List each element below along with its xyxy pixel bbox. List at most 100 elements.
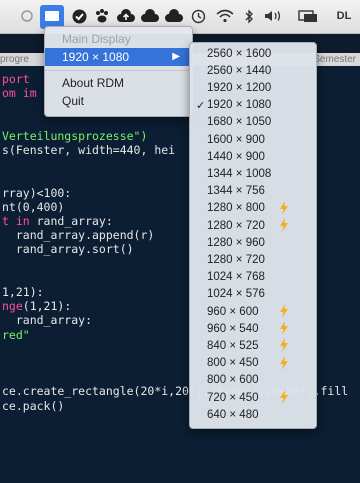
resolution-option[interactable]: 1920 × 1200 [190,79,316,96]
resolution-option[interactable]: ✓ 1920 × 1080 [190,97,316,114]
resolution-option[interactable]: 1280 × 960 [190,234,316,251]
resolution-option[interactable]: 1024 × 576 [190,286,316,303]
resolution-label: 800 × 450 [207,357,259,370]
resolution-label: 640 × 480 [207,408,259,421]
resolution-option[interactable]: 1344 × 756 [190,183,316,200]
resolution-option[interactable]: 1024 × 768 [190,269,316,286]
resolution-label: 1344 × 756 [207,185,265,198]
code-token: port [2,72,30,86]
resolution-label: 1440 × 900 [207,150,265,163]
cloud-icon[interactable] [165,6,183,26]
resolution-label: 800 × 600 [207,374,259,387]
cloud-upload-icon[interactable] [117,6,135,26]
resolution-label: 1280 × 720 [207,219,265,232]
resolution-option[interactable]: 960 × 600 [190,303,316,320]
resolution-option[interactable]: 800 × 600 [190,372,316,389]
code-line: Verteilungsprozesse") [2,129,147,143]
lightning-bolt-icon [280,218,288,232]
resolution-label: 1280 × 960 [207,236,265,249]
resolution-label: 1920 × 1200 [207,81,272,94]
code-line: nge(1,21): [2,299,71,313]
code-token: s(Fenster, width=440, hei [2,143,176,157]
resolution-label: 960 × 600 [207,305,259,318]
code-line: red" [2,328,30,342]
resolution-option[interactable]: 1280 × 800 [190,200,316,217]
code-token: ce.pack() [2,398,65,413]
resolution-label: 1024 × 576 [207,288,265,301]
circle-icon[interactable] [20,6,34,26]
volume-icon[interactable] [263,6,283,26]
time-machine-icon[interactable] [190,6,206,26]
resolution-option[interactable]: 1600 × 900 [190,131,316,148]
bluetooth-icon[interactable] [244,6,254,26]
resolution-option[interactable]: 720 × 450 [190,389,316,406]
menu-separator [45,70,192,71]
display-mirror-icon[interactable] [298,6,318,26]
code-token: rray)<100: [2,185,72,200]
resolution-label: 1280 × 800 [207,202,265,215]
wifi-icon[interactable] [216,6,234,26]
code-token: rand_array.sort() [2,242,134,257]
code-line: 1,21): [2,285,44,299]
tab-semester[interactable]: Semester [313,54,356,65]
code-line: port [2,72,30,86]
resolution-option[interactable]: 1280 × 720 [190,251,316,268]
submenu-arrow-icon: ▶ [172,51,180,62]
resolution-label: 1280 × 720 [207,253,265,266]
resolution-option[interactable]: 640 × 480 [190,406,316,423]
code-token: 1,21): [2,285,44,299]
menubar-user-label[interactable]: DL [330,6,358,26]
resolution-label: 1680 × 1050 [207,116,272,129]
code-token: t in [2,214,37,228]
resolution-submenu: 2560 × 1600 2560 × 1440 1920 × 1200 ✓ 1920 ×… [189,42,317,429]
lightning-bolt-icon [280,355,288,370]
resolution-option[interactable]: 1440 × 900 [190,148,316,165]
about-rdm-menu-item[interactable]: About RDM [45,74,192,92]
code-token: om im [2,86,37,101]
code-token: nge [2,299,23,314]
code-line: om im [2,86,37,100]
cloud-icon[interactable] [141,6,159,26]
code-line: s(Fenster, width=440, hei [2,143,175,157]
code-line: t in rand_array: [2,214,113,228]
resolution-label: 960 × 540 [207,322,259,335]
resolution-option[interactable]: 960 × 540 [190,320,316,337]
code-line: ce.pack() [2,399,64,413]
resolution-label: 2560 × 1600 [207,47,272,60]
tab-progre[interactable]: progre [0,54,29,65]
resolution-menu-item[interactable]: 1920 × 1080 ▶ [45,48,192,66]
resolution-label: 1920 × 1080 [207,99,272,112]
code-line: nt(0,400) [2,200,64,214]
resolution-option[interactable]: 1680 × 1050 [190,114,316,131]
resolution-label: 1600 × 900 [207,133,265,146]
lightning-bolt-icon [280,338,288,353]
lightning-bolt-icon [280,304,288,318]
quit-menu-item[interactable]: Quit [45,92,192,110]
code-token: rand_array: [2,313,93,328]
resolution-option[interactable]: 2560 × 1440 [190,62,316,79]
code-line: rand_array.sort() [2,242,134,256]
checkmark-icon: ✓ [196,99,206,112]
resolution-option[interactable]: 840 × 525 [190,337,316,354]
resolution-option[interactable]: 1280 × 720 [190,217,316,234]
resolution-option[interactable]: 1344 × 1008 [190,165,316,182]
code-token: red" [2,327,30,342]
resolution-option[interactable]: 800 × 450 [190,355,316,372]
lightning-bolt-icon [280,390,288,404]
code-line: rand_array: [2,313,92,327]
rdm-menu: Main Display 1920 × 1080 ▶ About RDM Qui… [44,26,193,117]
code-token: (1,21): [22,299,72,314]
screenshot: port om im Verteilungsprozesse") s(Fenster,… [0,0,360,483]
resolution-label: 840 × 525 [207,339,259,352]
code-token: nt(0,400) [2,199,65,214]
code-token: rand_array: [36,214,113,228]
code-line: rray)<100: [2,186,71,200]
resolution-option[interactable]: 2560 × 1600 [190,45,316,62]
main-display-label: Main Display [62,32,131,46]
resolution-label: 720 × 450 [207,391,259,404]
lightning-bolt-icon [280,200,288,215]
code-line: rand_array.append(r) [2,228,154,242]
check-badge-icon[interactable] [71,6,87,26]
resolution-label: 1024 × 768 [207,271,265,284]
paw-icon[interactable] [93,6,111,26]
